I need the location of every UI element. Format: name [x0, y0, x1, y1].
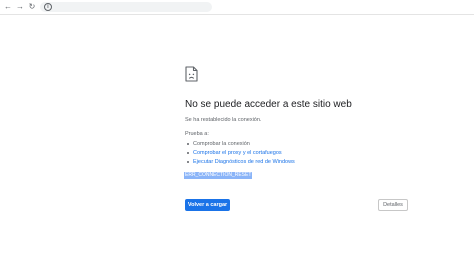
suggestions-heading: Prueba a:: [185, 131, 209, 137]
check-proxy-link[interactable]: Comprobar el proxy y el cortafuegos: [193, 150, 282, 156]
forward-icon[interactable]: →: [15, 2, 25, 12]
address-bar[interactable]: i: [40, 2, 212, 12]
reload-icon[interactable]: ↻: [27, 2, 37, 12]
network-diagnostics-link[interactable]: Ejecutar Diagnósticos de red de Windows: [193, 159, 295, 165]
info-icon[interactable]: i: [44, 3, 52, 11]
page-title: No se puede acceder a este sitio web: [185, 99, 352, 110]
details-button[interactable]: Detalles: [378, 199, 408, 211]
error-description: Se ha restablecido la conexión.: [185, 117, 262, 123]
browser-toolbar: ← → ↻ i: [0, 0, 474, 15]
suggestions-list: Comprobar la conexión Comprobar el proxy…: [187, 140, 295, 167]
sad-document-icon: [185, 66, 198, 82]
suggestion-check-connection: Comprobar la conexión: [187, 140, 295, 149]
suggestion-text: Comprobar la conexión: [193, 141, 250, 147]
back-icon[interactable]: ←: [3, 2, 13, 12]
reload-button[interactable]: Volver a cargar: [185, 199, 230, 211]
suggestion-check-proxy[interactable]: Comprobar el proxy y el cortafuegos: [187, 149, 295, 158]
suggestion-network-diagnostics[interactable]: Ejecutar Diagnósticos de red de Windows: [187, 158, 295, 167]
error-code: ERR_CONNECTION_RESET: [184, 172, 253, 179]
